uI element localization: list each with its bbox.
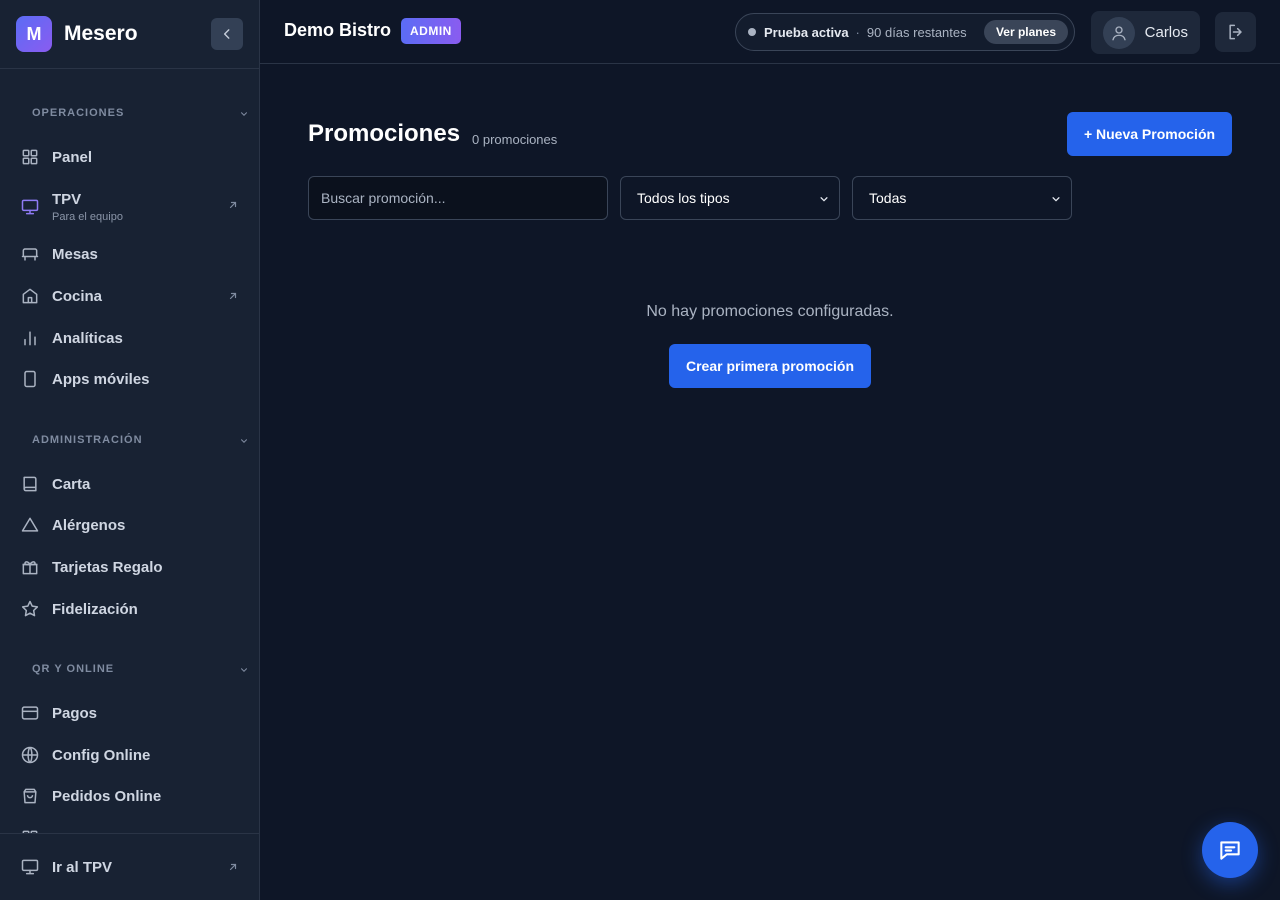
book-icon (20, 474, 40, 494)
gift-icon (20, 557, 40, 577)
user-menu[interactable]: Carlos (1091, 11, 1200, 54)
sidebar-item-carta[interactable]: Carta (20, 466, 239, 502)
section-title-qr-y-online: QR Y ONLINE (32, 663, 115, 675)
sidebar-item-label: Apps móviles (52, 370, 150, 388)
warning-icon (20, 515, 40, 535)
trial-separator: · (855, 24, 860, 40)
chevron-down-icon[interactable] (239, 436, 249, 446)
sidebar-item-analiticas[interactable]: Analíticas (20, 320, 239, 356)
sidebar-item-fidelizacion[interactable]: Fidelización (20, 591, 239, 627)
create-first-promotion-button[interactable]: Crear primera promoción (669, 344, 871, 388)
user-name: Carlos (1144, 24, 1188, 41)
chevron-down-icon[interactable] (239, 109, 249, 119)
sidebar-item-tpv[interactable]: TPV Para el equipo (20, 187, 239, 227)
view-plans-button[interactable]: Ver planes (983, 20, 1068, 44)
role-badge: ADMIN (401, 18, 461, 44)
logout-icon (1228, 24, 1242, 40)
sidebar-item-ir-al-tpv[interactable]: Ir al TPV (20, 849, 239, 885)
chat-icon (1220, 841, 1240, 860)
table-icon (20, 244, 40, 264)
bar-chart-icon (20, 328, 40, 348)
sidebar-item-panel[interactable]: Panel (20, 139, 239, 175)
status-dot-icon (748, 28, 756, 36)
sidebar-item-pedidos-online[interactable]: Pedidos Online (20, 778, 239, 814)
external-link-icon (229, 863, 237, 871)
status-filter-select[interactable]: Todas (852, 176, 1072, 220)
restaurant-name: Demo Bistro (284, 20, 392, 40)
sidebar-item-label: Cocina (52, 287, 103, 305)
trial-status-pill: Prueba activa · 90 días restantes Ver pl… (735, 13, 1075, 51)
app-brand: Mesero (64, 22, 138, 45)
credit-card-icon (20, 703, 40, 723)
smartphone-icon (20, 369, 40, 389)
sidebar-item-cocina[interactable]: Cocina (20, 278, 239, 314)
external-link-icon (229, 201, 237, 209)
chevron-down-icon (820, 197, 828, 202)
shopping-bag-icon (20, 786, 40, 806)
grid-icon (20, 147, 40, 167)
top-bar: Demo Bistro ADMIN Prueba activa · 90 día… (260, 0, 1280, 64)
trial-status: Prueba activa (764, 24, 849, 40)
sidebar-item-label: Fidelización (52, 600, 138, 618)
user-icon (1112, 25, 1126, 40)
star-icon (20, 599, 40, 619)
section-title-administracion: ADMINISTRACIÓN (32, 434, 143, 446)
sidebar-item-label: Pagos (52, 704, 98, 722)
home-icon (20, 286, 40, 306)
sidebar-item-label: Panel (52, 148, 93, 166)
new-promotion-button[interactable]: + Nueva Promoción (1067, 112, 1232, 156)
sidebar: M Mesero OPERACIONES Panel TPV Para el e… (0, 0, 260, 900)
search-input[interactable] (308, 176, 608, 220)
sidebar-item-label: Alérgenos (52, 516, 126, 534)
chevron-down-icon (1052, 197, 1060, 202)
monitor-icon (20, 197, 40, 217)
globe-icon (20, 745, 40, 765)
external-link-icon (229, 292, 237, 300)
sidebar-item-apps-moviles[interactable]: Apps móviles (20, 361, 239, 397)
sidebar-item-label: Tarjetas Regalo (52, 558, 163, 576)
page-title: Promociones (308, 120, 461, 147)
sidebar-item-label: Pedidos Online (52, 787, 162, 805)
type-filter-select[interactable]: Todos los tipos (620, 176, 840, 220)
sidebar-item-label: Ir al TPV (52, 858, 113, 876)
app-logo[interactable]: M (16, 16, 52, 52)
status-filter-value: Todas (869, 190, 907, 206)
logout-button[interactable] (1215, 12, 1256, 52)
collapse-sidebar-button[interactable] (211, 18, 243, 50)
sidebar-item-sublabel: Para el equipo (52, 211, 123, 223)
monitor-icon (20, 857, 40, 877)
trial-days-remaining: 90 días restantes (866, 24, 967, 40)
sidebar-item-label: Mesas (52, 245, 98, 263)
sidebar-nav[interactable]: OPERACIONES Panel TPV Para el equipo Mes… (0, 69, 259, 833)
type-filter-value: Todos los tipos (637, 190, 730, 206)
sidebar-header: M Mesero (0, 0, 259, 69)
promotion-count: 0 promociones (472, 132, 558, 147)
sidebar-item-label: Carta (52, 475, 91, 493)
sidebar-item-config-online[interactable]: Config Online (20, 737, 239, 773)
empty-state-message: No hay promociones configuradas. (646, 303, 894, 320)
section-title-operaciones: OPERACIONES (32, 107, 125, 119)
sidebar-item-mesas[interactable]: Mesas (20, 236, 239, 272)
avatar (1103, 16, 1135, 49)
sidebar-item-label: Config Online (52, 746, 151, 764)
sidebar-footer: Ir al TPV (0, 833, 259, 900)
chat-button[interactable] (1202, 822, 1258, 878)
sidebar-item-alergenos[interactable]: Alérgenos (20, 507, 239, 543)
chevron-left-icon (223, 29, 230, 39)
sidebar-item-tarjetas-regalo[interactable]: Tarjetas Regalo (20, 549, 239, 585)
sidebar-item-partial[interactable] (20, 820, 239, 833)
sidebar-item-label: Analíticas (52, 329, 123, 347)
sidebar-item-pagos[interactable]: Pagos (20, 695, 239, 731)
chevron-down-icon[interactable] (239, 665, 249, 675)
sidebar-item-label: TPV (52, 191, 82, 208)
